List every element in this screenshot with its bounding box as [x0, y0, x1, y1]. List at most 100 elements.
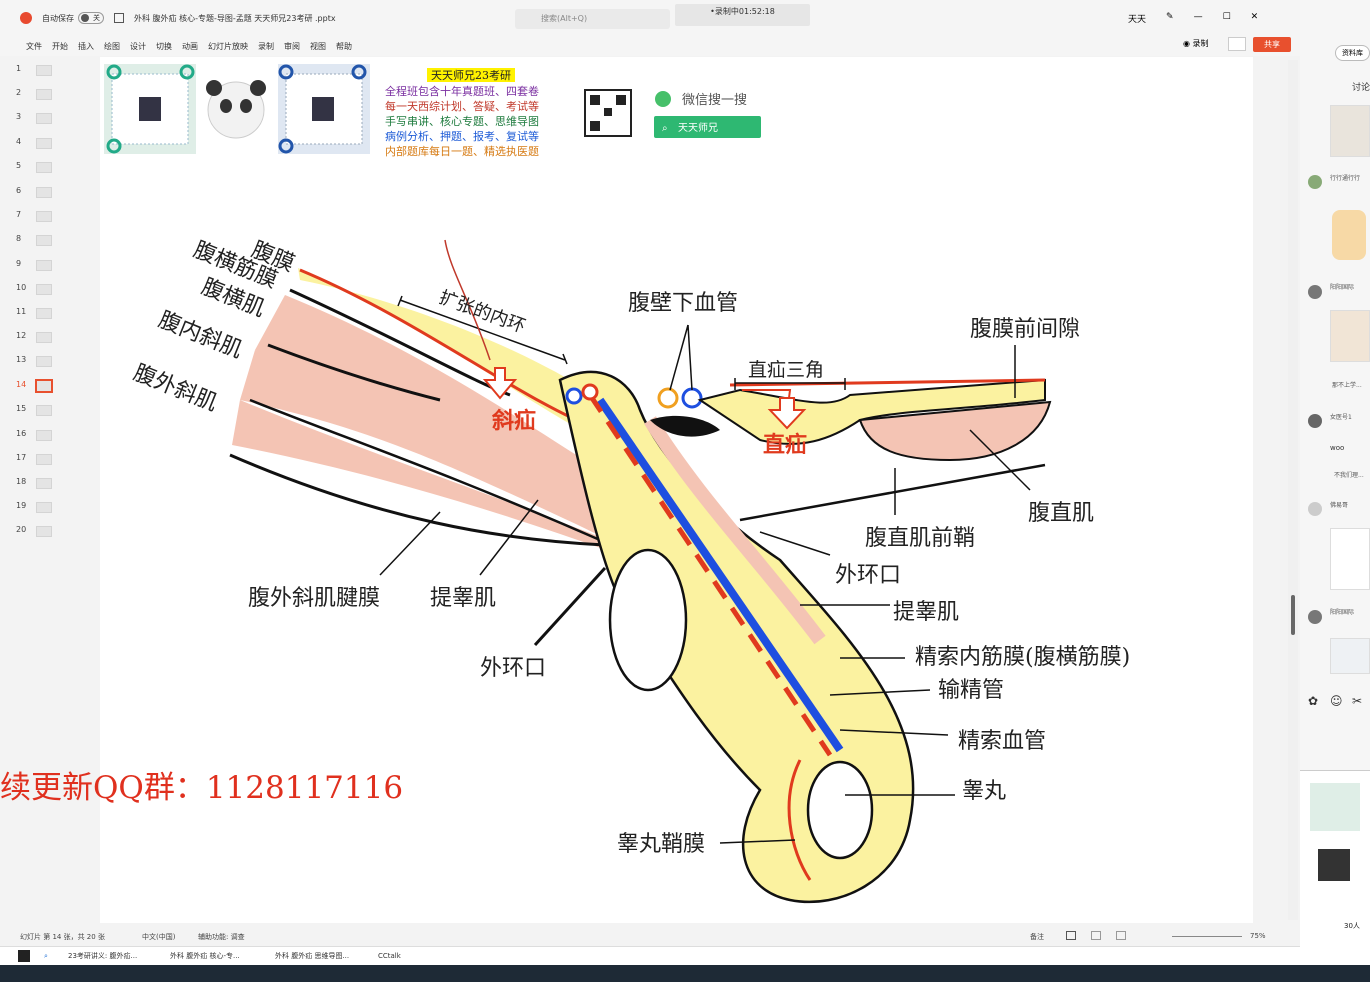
tab-transitions[interactable]: 切换	[156, 41, 172, 52]
accessibility-indicator[interactable]: 辅助功能: 调查	[198, 932, 245, 942]
avatar	[1308, 610, 1322, 624]
chat-image[interactable]	[1330, 105, 1370, 157]
thumbnail[interactable]: 5	[0, 159, 60, 179]
tab-review[interactable]: 审阅	[284, 41, 300, 52]
thumbnail[interactable]: 7	[0, 208, 60, 228]
tab-record[interactable]: 录制	[258, 41, 274, 52]
qr-code	[1310, 783, 1360, 831]
thumbnail[interactable]: 16	[0, 427, 60, 447]
tab-home[interactable]: 开始	[52, 41, 68, 52]
taskbar-item[interactable]: 23考研讲义: 腹外疝...	[68, 950, 137, 963]
discussion-tab[interactable]: 讨论	[1352, 80, 1370, 93]
label-external-oblique: 腹外斜肌	[130, 360, 221, 416]
thumbnail[interactable]: 17	[0, 451, 60, 471]
chat-username: 行行通行行	[1330, 175, 1361, 182]
search-icon[interactable]: ⌕	[44, 950, 48, 963]
label-tunica-vaginalis: 睾丸鞘膜	[617, 832, 705, 857]
label-inferior-epigastric: 腹壁下血管	[628, 291, 738, 316]
zoom-slider[interactable]	[1172, 936, 1242, 937]
chat-image[interactable]	[1330, 528, 1370, 590]
chat-username: 那不上学...	[1332, 382, 1362, 389]
thumbnail[interactable]: 15	[0, 402, 60, 422]
header-title: 天天师兄23考研	[431, 69, 511, 82]
avatar	[1308, 175, 1322, 189]
label-internal-spermatic-fascia: 精索内筋膜(腹横筋膜)	[915, 645, 1130, 670]
tab-help[interactable]: 帮助	[336, 41, 352, 52]
emoji-icon[interactable]: ✿	[1308, 694, 1318, 708]
thumbnail[interactable]: 20	[0, 523, 60, 543]
vertical-scrollbar[interactable]	[1288, 60, 1298, 920]
viewer-count: 30人	[1344, 922, 1360, 930]
taskbar-item[interactable]: 外科 腹外疝 思维导图...	[275, 950, 349, 963]
file-title[interactable]: 外科 腹外疝 核心-专题-导图-孟题 天天师兄23考研 .pptx	[134, 13, 336, 24]
label-direct-hernia: 直疝	[763, 432, 807, 458]
smile-icon[interactable]: ☺	[1330, 694, 1343, 708]
promo-line: 全程班包含十年真题班、四套卷	[385, 84, 539, 98]
thumbnail[interactable]: 10	[0, 281, 60, 301]
qr-panel: 30人	[1300, 770, 1370, 965]
user-name[interactable]: 天天	[1128, 12, 1146, 25]
thumbnail[interactable]: 12	[0, 329, 60, 349]
thumbnail-active[interactable]: 14	[0, 378, 60, 398]
sorter-view-icon[interactable]	[1091, 931, 1101, 940]
library-button[interactable]: 资料库	[1335, 45, 1370, 61]
promo-line: 每一天西综计划、答疑、考试等	[385, 99, 539, 113]
thumbnail[interactable]: 3	[0, 110, 60, 130]
label-external-ring-left: 外环口	[480, 656, 546, 681]
thumbnail[interactable]: 4	[0, 135, 60, 155]
thumbnail[interactable]: 19	[0, 499, 60, 519]
label-external-aponeurosis: 腹外斜肌腱膜	[248, 586, 380, 611]
label-vas-deferens: 输精管	[938, 678, 1004, 703]
language-indicator[interactable]: 中文(中国)	[142, 932, 175, 942]
record-button[interactable]: ◉ 录制	[1183, 38, 1209, 49]
autosave-toggle[interactable]: 关	[78, 12, 104, 24]
tab-view[interactable]: 视图	[310, 41, 326, 52]
chat-username: 不我们理...	[1334, 472, 1364, 479]
thumbnail[interactable]: 2	[0, 86, 60, 106]
thumbnail[interactable]: 18	[0, 475, 60, 495]
scissors-icon[interactable]: ✂	[1352, 694, 1362, 708]
label-cremaster-left: 提睾肌	[430, 586, 496, 611]
close-icon[interactable]: ✕	[1251, 12, 1259, 25]
chat-image[interactable]	[1330, 310, 1370, 362]
qr-code-2	[278, 64, 370, 154]
thumbnail[interactable]: 8	[0, 232, 60, 252]
reading-view-icon[interactable]	[1116, 931, 1126, 940]
thumbnail[interactable]: 1	[0, 62, 60, 82]
tab-design[interactable]: 设计	[130, 41, 146, 52]
qq-group-watermark: 续更新QQ群：1128117116	[0, 770, 404, 806]
promo-line: 手写串讲、核心专题、思维导图	[385, 114, 539, 128]
chat-username: 阳阳国际	[1330, 284, 1355, 291]
label-cremaster-right: 提睾肌	[893, 600, 959, 625]
normal-view-icon[interactable]	[1066, 931, 1076, 940]
chat-username: 佛易哥	[1330, 502, 1349, 509]
comments-button[interactable]	[1228, 37, 1246, 51]
taskbar-item[interactable]: CCtalk	[378, 950, 401, 963]
search-icon: ⌕	[662, 123, 668, 134]
slide-counter: 幻灯片 第 14 张，共 20 张	[20, 933, 105, 941]
tab-file[interactable]: 文件	[26, 41, 42, 52]
avatar	[1308, 414, 1322, 428]
tab-insert[interactable]: 插入	[78, 41, 94, 52]
zoom-level[interactable]: 75%	[1250, 932, 1266, 940]
sticker-image	[1332, 210, 1366, 260]
share-button[interactable]: 共享	[1253, 37, 1291, 52]
recording-indicator[interactable]: •录制中01:52:18	[675, 4, 810, 26]
thumbnail[interactable]: 9	[0, 257, 60, 277]
notes-button[interactable]: 备注	[1030, 932, 1044, 942]
chat-image[interactable]	[1330, 638, 1370, 674]
save-icon[interactable]	[114, 13, 124, 23]
thumbnail[interactable]: 11	[0, 305, 60, 325]
thumbnail[interactable]: 13	[0, 353, 60, 373]
tab-draw[interactable]: 绘图	[104, 41, 120, 52]
thumbnail[interactable]: 6	[0, 184, 60, 204]
minimize-icon[interactable]: —	[1194, 12, 1203, 25]
pen-icon[interactable]: ✎	[1166, 12, 1174, 25]
tab-animations[interactable]: 动画	[182, 41, 198, 52]
taskbar-item[interactable]: 外科 腹外疝 核心-专...	[170, 950, 240, 963]
tab-slideshow[interactable]: 幻灯片放映	[208, 41, 248, 52]
maximize-icon[interactable]: ☐	[1223, 12, 1231, 25]
start-icon[interactable]	[18, 950, 30, 962]
window-controls: 天天 ✎ — ☐ ✕	[1128, 12, 1258, 25]
search-input[interactable]: 搜索(Alt+Q)	[515, 9, 670, 29]
